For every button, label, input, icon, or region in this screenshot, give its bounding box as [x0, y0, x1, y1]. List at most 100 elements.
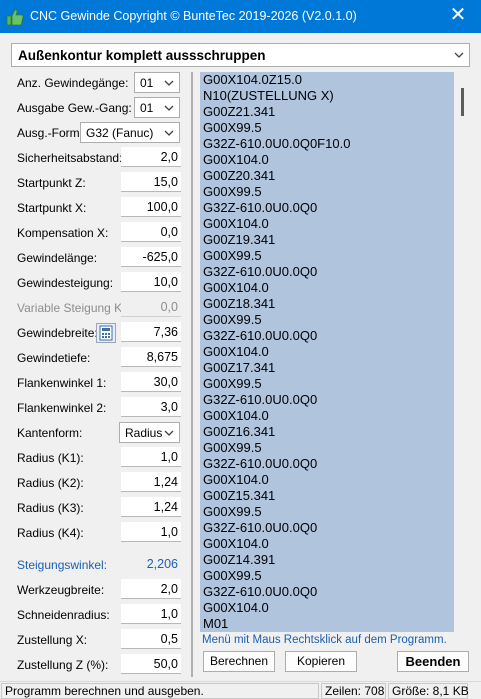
program-line[interactable]: G00Z17.341: [200, 360, 454, 376]
start-z-label: Startpunkt Z:: [17, 176, 86, 190]
program-line[interactable]: G00X104.0: [200, 600, 454, 616]
program-line[interactable]: G00X99.5: [200, 184, 454, 200]
chevron-down-icon: [454, 52, 464, 58]
start-x-label: Startpunkt X:: [17, 201, 87, 215]
start-x-input[interactable]: 100,0: [121, 197, 181, 217]
program-line[interactable]: G32Z-610.0U0.0Q0: [200, 584, 454, 600]
program-line[interactable]: G00Z19.341: [200, 232, 454, 248]
cutting-radius-input[interactable]: 1,0: [121, 604, 181, 624]
window-title: CNC Gewinde Copyright © BunteTec 2019-20…: [30, 9, 357, 23]
output-form-value: G32 (Fanuc): [86, 126, 154, 140]
radius-k4-input[interactable]: 1,0: [121, 522, 181, 542]
program-line[interactable]: G00X104.0: [200, 152, 454, 168]
thread-length-label: Gewindelänge:: [17, 251, 98, 265]
radius-k3-input[interactable]: 1,24: [121, 497, 181, 517]
calculator-button[interactable]: [96, 323, 116, 343]
variable-pitch-input: 0,0: [121, 297, 181, 317]
mode-dropdown-value: Außenkontur komplett aussschruppen: [18, 48, 266, 63]
program-line[interactable]: N10(ZUSTELLUNG X): [200, 88, 454, 104]
edge-form-select[interactable]: Radius: [119, 422, 180, 443]
program-line[interactable]: G00X104.0Z15.0: [200, 72, 454, 88]
compensation-x-input[interactable]: 0,0: [121, 222, 181, 242]
radius-k2-input[interactable]: 1,24: [121, 472, 181, 492]
program-line[interactable]: G00X99.5: [200, 376, 454, 392]
safety-distance-label: Sicherheitsabstand:: [17, 151, 123, 165]
thread-depth-label: Gewindetiefe:: [17, 351, 91, 365]
radius-k2-label: Radius (K2):: [17, 476, 84, 490]
program-line[interactable]: G00Z20.341: [200, 168, 454, 184]
thread-length-input[interactable]: -625,0: [121, 247, 181, 267]
status-line-count: Zeilen: 708: [321, 683, 386, 699]
flank-angle-1-label: Flankenwinkel 1:: [17, 376, 107, 390]
infeed-z-input[interactable]: 50,0: [121, 654, 181, 674]
program-line[interactable]: G00X104.0: [200, 472, 454, 488]
thread-width-label: Gewindebreite:: [17, 326, 98, 340]
calculate-button[interactable]: Berechnen: [203, 651, 275, 672]
program-line[interactable]: G00Z14.391: [200, 552, 454, 568]
edge-form-label: Kantenform:: [17, 426, 83, 440]
chevron-down-icon: [164, 130, 174, 136]
program-line[interactable]: G00Z16.341: [200, 424, 454, 440]
program-line[interactable]: G00Z18.341: [200, 296, 454, 312]
program-line[interactable]: G00X99.5: [200, 312, 454, 328]
status-file-size: Größe: 8,1 KB: [388, 683, 469, 699]
variable-pitch-label: Variable Steigung K:: [17, 301, 126, 315]
program-line[interactable]: G00Z21.341: [200, 104, 454, 120]
program-line[interactable]: G00Z15.341: [200, 488, 454, 504]
flank-angle-2-label: Flankenwinkel 2:: [17, 401, 107, 415]
panel-splitter[interactable]: [191, 72, 193, 677]
program-line[interactable]: G00X104.0: [200, 536, 454, 552]
mode-dropdown[interactable]: Außenkontur komplett aussschruppen: [11, 43, 470, 67]
program-line[interactable]: G32Z-610.0U0.0Q0F10.0: [200, 136, 454, 152]
thread-count-label: Anz. Gewindegänge:: [17, 76, 129, 90]
program-line[interactable]: G32Z-610.0U0.0Q0: [200, 264, 454, 280]
thread-pitch-label: Gewindesteigung:: [17, 276, 114, 290]
cutting-radius-label: Schneidenradius:: [17, 608, 110, 622]
program-line[interactable]: G00X99.5: [200, 120, 454, 136]
output-count-select[interactable]: 01: [134, 97, 180, 118]
infeed-x-input[interactable]: 0,5: [121, 629, 181, 649]
program-line[interactable]: G00X99.5: [200, 504, 454, 520]
program-line[interactable]: G00X104.0: [200, 280, 454, 296]
safety-distance-input[interactable]: 2,0: [121, 147, 181, 167]
thread-depth-input[interactable]: 8,675: [121, 347, 181, 367]
program-line[interactable]: G00X99.5: [200, 248, 454, 264]
radius-k1-input[interactable]: 1,0: [121, 447, 181, 467]
compensation-x-label: Kompensation X:: [17, 226, 109, 240]
program-line[interactable]: G32Z-610.0U0.0Q0: [200, 392, 454, 408]
program-line[interactable]: G32Z-610.0U0.0Q0: [200, 328, 454, 344]
context-menu-hint: Menü mit Maus Rechtsklick auf dem Progra…: [202, 634, 447, 646]
chevron-down-icon: [164, 80, 174, 86]
quit-button[interactable]: Beenden: [397, 651, 469, 672]
thumbs-up-icon: [6, 9, 24, 26]
tool-width-input[interactable]: 2,0: [121, 579, 181, 599]
program-line[interactable]: M01: [200, 616, 454, 632]
thread-pitch-input[interactable]: 10,0: [121, 272, 181, 292]
program-line[interactable]: G00X104.0: [200, 216, 454, 232]
edge-form-value: Radius: [125, 426, 163, 440]
thread-count-select[interactable]: 01: [134, 72, 180, 93]
output-form-select[interactable]: G32 (Fanuc): [80, 122, 180, 143]
thread-width-input[interactable]: 7,36: [121, 322, 181, 342]
program-line[interactable]: G32Z-610.0U0.0Q0: [200, 200, 454, 216]
program-output[interactable]: G00X104.0Z15.0 N10(ZUSTELLUNG X) G00Z21.34…: [200, 72, 454, 632]
close-icon[interactable]: ✕: [435, 0, 481, 33]
program-line[interactable]: G32Z-610.0U0.0Q0: [200, 456, 454, 472]
flank-angle-2-input[interactable]: 3,0: [121, 397, 181, 417]
infeed-z-label: Zustellung Z (%):: [17, 658, 109, 672]
output-form-label: Ausg.-Form.:: [17, 126, 87, 140]
program-line[interactable]: G32Z-610.0U0.0Q0: [200, 520, 454, 536]
program-line[interactable]: G00X99.5: [200, 440, 454, 456]
program-line[interactable]: G00X99.5: [200, 568, 454, 584]
title-bar: CNC Gewinde Copyright © BunteTec 2019-20…: [0, 0, 481, 33]
scrollbar-thumb[interactable]: [461, 88, 464, 116]
chevron-down-icon: [164, 430, 174, 436]
flank-angle-1-input[interactable]: 30,0: [121, 372, 181, 392]
program-line[interactable]: G00X104.0: [200, 344, 454, 360]
helix-angle-label: Steigungswinkel:: [17, 558, 108, 572]
copy-button[interactable]: Kopieren: [285, 651, 357, 672]
start-z-input[interactable]: 15,0: [121, 172, 181, 192]
output-count-value: 01: [140, 101, 154, 115]
tool-width-label: Werkzeugbreite:: [17, 583, 105, 597]
program-line[interactable]: G00X104.0: [200, 408, 454, 424]
